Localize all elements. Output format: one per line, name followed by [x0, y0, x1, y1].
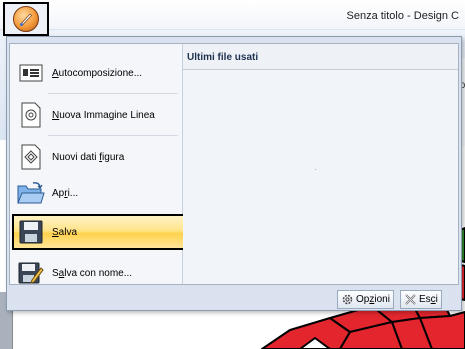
menu-separator [48, 93, 178, 94]
menu-item-salva-con-nome[interactable]: Salva con nome... [14, 254, 181, 292]
new-figure-data-icon [16, 142, 46, 172]
menu-item-label: Salva con nome... [52, 267, 133, 279]
menu-item-label: Salva [52, 226, 78, 238]
layout-icon [16, 58, 46, 88]
menu-commands: Autocomposizione... Nuova Immagine Linea… [10, 44, 185, 284]
menu-item-label: Nuova Immagine Linea [52, 109, 155, 121]
menu-footer: Opzioni Esci [7, 288, 461, 310]
menu-item-nuovi-dati-figura[interactable]: Nuovi dati figura [14, 138, 181, 176]
menu-item-label: Nuovi dati figura [52, 151, 125, 163]
options-button-label: Opzioni [356, 294, 390, 305]
menu-item-label: Apri... [52, 187, 79, 199]
new-line-image-icon [16, 100, 46, 130]
application-logo-icon [13, 6, 39, 32]
menu-separator [48, 135, 178, 136]
close-icon [404, 293, 417, 306]
menu-item-nuova-immagine-linea[interactable]: Nuova Immagine Linea [14, 96, 181, 134]
gear-icon [341, 293, 354, 306]
recent-files-header: Ultimi file usati [183, 44, 458, 70]
exit-button-label: Esci [419, 294, 438, 305]
menu-item-apri[interactable]: Apri... [14, 174, 181, 212]
options-button[interactable]: Opzioni [337, 290, 394, 309]
exit-button[interactable]: Esci [400, 290, 442, 309]
application-menu: Autocomposizione... Nuova Immagine Linea… [6, 36, 462, 311]
menu-item-salva[interactable]: Salva [12, 214, 185, 250]
recent-files-list [315, 169, 316, 170]
save-as-icon [16, 258, 46, 288]
recent-files-panel: Ultimi file usati [183, 44, 458, 284]
application-menu-button[interactable] [3, 2, 49, 36]
save-icon [16, 217, 46, 247]
open-folder-icon [16, 178, 46, 208]
menu-item-autocomposizione[interactable]: Autocomposizione... [14, 54, 181, 92]
menu-body: Autocomposizione... Nuova Immagine Linea… [9, 43, 459, 285]
menu-item-label: Autocomposizione... [52, 67, 143, 79]
